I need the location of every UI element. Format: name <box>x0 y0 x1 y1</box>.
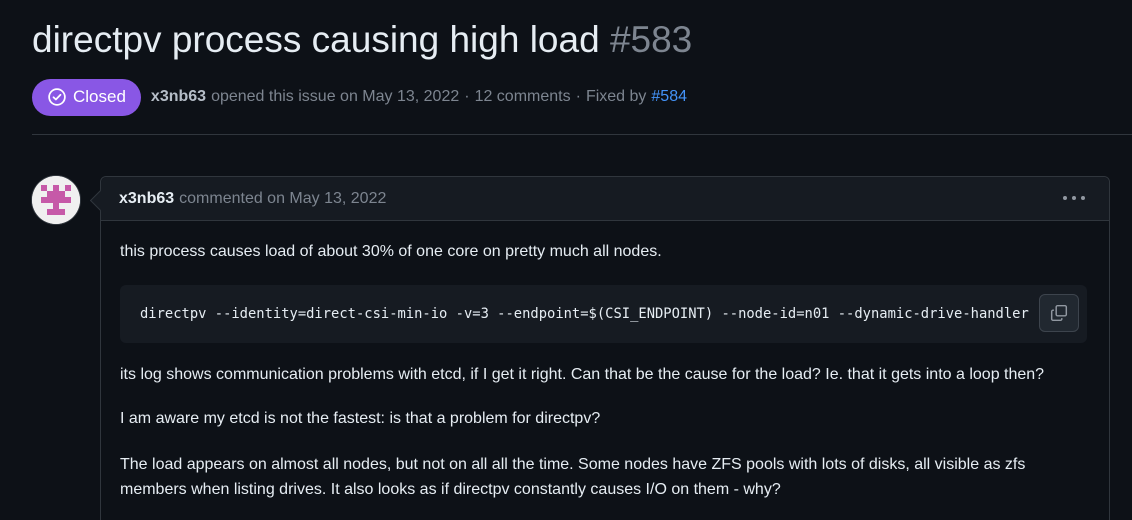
issue-meta: Closed x3nb63 opened this issue on May 1… <box>32 78 687 116</box>
status-badge-label: Closed <box>73 87 126 106</box>
header-divider <box>32 134 1132 135</box>
copy-icon <box>1050 304 1068 322</box>
comment-paragraph: this process causes load of about 30% of… <box>120 243 662 260</box>
copy-button[interactable] <box>1039 294 1079 332</box>
comment-header: x3nb63 commented on May 13, 2022 <box>101 177 1109 221</box>
comments-count: 12 comments <box>474 88 571 105</box>
issue-number: #583 <box>609 19 693 60</box>
code-text: directpv --identity=direct-csi-min-io -v… <box>140 306 1029 322</box>
comment-paragraph: I am aware my etcd is not the fastest: i… <box>120 410 601 427</box>
issue-page: directpv process causing high load #583 … <box>0 0 1132 520</box>
opened-text: opened this issue on May 13, 2022 <box>211 88 460 105</box>
comment-box: x3nb63 commented on May 13, 2022 this pr… <box>100 176 1110 520</box>
avatar[interactable] <box>32 176 80 224</box>
code-block: directpv --identity=direct-csi-min-io -v… <box>120 285 1087 343</box>
comment-paragraph: its log shows communication problems wit… <box>120 366 1045 383</box>
issue-title-text: directpv process causing high load <box>32 19 600 60</box>
issue-title: directpv process causing high load #583 <box>32 16 692 64</box>
comment-author-link[interactable]: x3nb63 <box>119 190 174 208</box>
kebab-horizontal-icon[interactable] <box>1063 189 1085 207</box>
identicon-avatar-image <box>32 176 80 224</box>
issue-author-link[interactable]: x3nb63 <box>151 88 206 106</box>
separator: · <box>464 88 470 105</box>
separator: · <box>575 88 581 105</box>
check-circle-icon <box>47 87 67 107</box>
fixed-by-text: Fixed by <box>585 88 647 105</box>
status-badge: Closed <box>32 78 141 116</box>
fixed-by-link[interactable]: #584 <box>651 88 687 106</box>
comment-paragraph: The load appears on almost all nodes, bu… <box>120 456 1026 498</box>
comment-meta[interactable]: commented on May 13, 2022 <box>179 190 386 208</box>
